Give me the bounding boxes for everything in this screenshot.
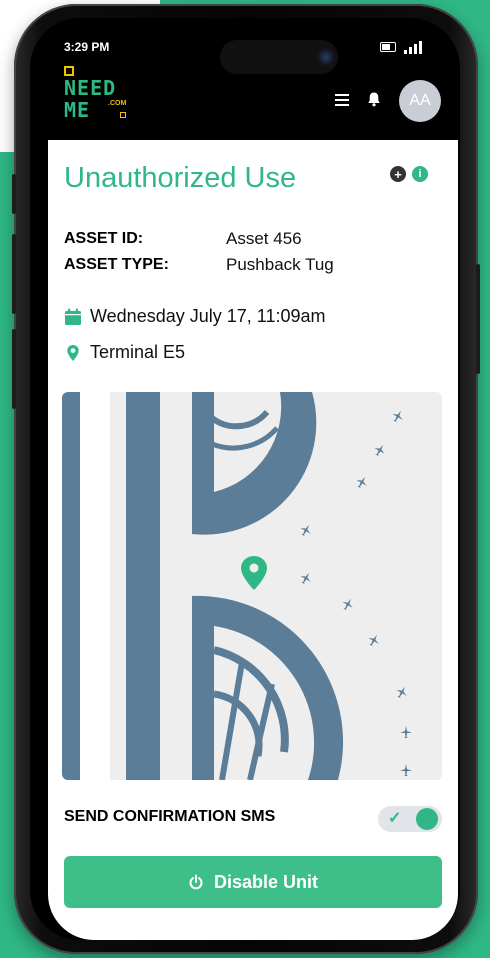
datetime-text: Wednesday July 17, 11:09am [90, 306, 326, 326]
header-actions: + i [390, 166, 428, 182]
status-time: 3:29 PM [64, 40, 110, 54]
bell-icon[interactable] [366, 91, 382, 107]
location-row: Terminal E5 [64, 342, 185, 363]
logo-line1: NEED [64, 76, 117, 100]
info-icon[interactable]: i [412, 166, 428, 182]
add-icon[interactable]: + [390, 166, 406, 182]
logo-line2: ME [64, 98, 91, 122]
signal-icon [402, 38, 422, 54]
app-logo[interactable]: NEED ME .COM [64, 66, 132, 126]
content-card: Unauthorized Use + i ASSET ID: Asset 456… [48, 140, 458, 940]
datetime-row: Wednesday July 17, 11:09am [64, 306, 325, 327]
calendar-icon [65, 308, 81, 325]
check-icon: ✓ [388, 810, 402, 827]
avatar[interactable]: AA [399, 80, 441, 122]
camera [317, 48, 335, 66]
power-side-button [476, 264, 480, 374]
logo-square-icon [64, 66, 74, 76]
disable-unit-button[interactable]: Disable Unit [64, 856, 442, 908]
asset-type-value: Pushback Tug [226, 255, 334, 274]
side-button [12, 234, 16, 314]
sms-label: SEND CONFIRMATION SMS [64, 808, 276, 825]
asset-id-label: ASSET ID: [64, 230, 144, 247]
disable-unit-label: Disable Unit [213, 871, 319, 892]
battery-icon [380, 42, 396, 52]
asset-type-label: ASSET TYPE: [64, 256, 169, 273]
terminal-map[interactable] [62, 392, 442, 780]
sms-toggle[interactable]: ✓ [378, 806, 442, 832]
power-icon [189, 874, 203, 890]
asset-id-value: Asset 456 [226, 229, 302, 248]
logo-small-square-icon [120, 112, 126, 118]
toggle-knob [416, 808, 438, 830]
location-text: Terminal E5 [90, 342, 186, 362]
page-title: Unauthorized Use [64, 162, 297, 194]
logo-com: .COM [108, 100, 127, 107]
location-pin-icon [67, 344, 79, 361]
side-button [12, 174, 16, 214]
map-graphic [62, 392, 442, 780]
hamburger-menu-icon[interactable] [335, 94, 349, 106]
side-button [12, 329, 16, 409]
